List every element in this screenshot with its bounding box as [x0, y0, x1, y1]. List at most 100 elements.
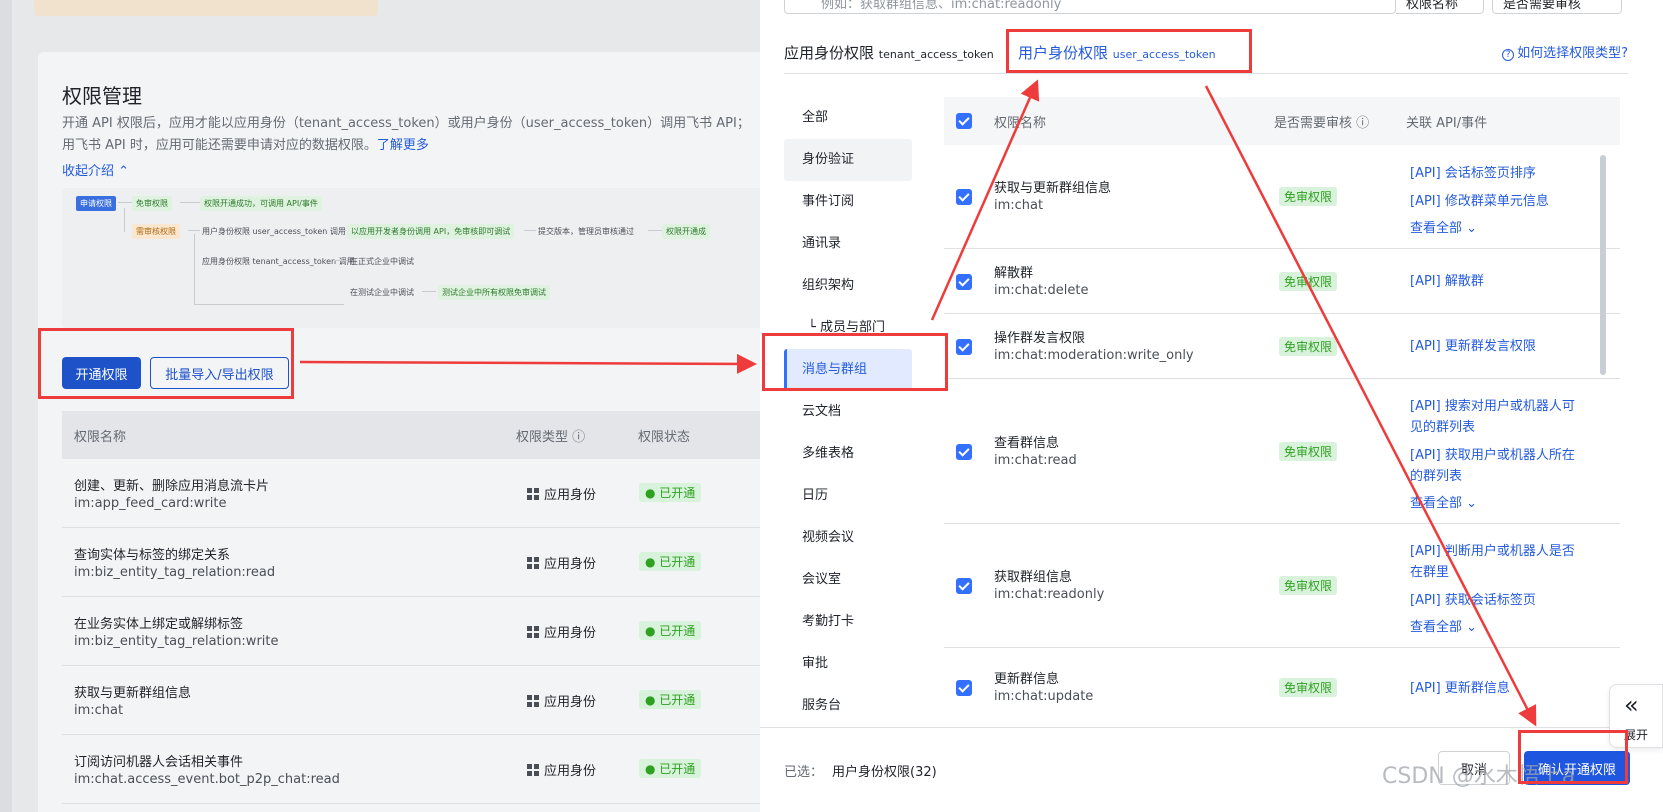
category-item[interactable]: 身份验证 — [784, 139, 912, 181]
permission-type-label: 应用身份 — [544, 626, 597, 641]
view-all-link[interactable]: 查看全部 ⌄ — [1410, 494, 1582, 514]
table-row[interactable]: 获取与更新群组信息 im:chat 应用身份 ● 已开通 — [62, 666, 760, 735]
flow-dev-identity: 以应用开发者身份调用 API，免审核即可调试 — [347, 224, 515, 239]
table-row[interactable]: 订阅访问机器人会话相关事件 im:chat.access_event.bot_p2… — [62, 735, 760, 804]
related-apis: [API] 解散群 — [1410, 271, 1582, 299]
api-link[interactable]: [API] 修改群菜单元信息 — [1410, 191, 1582, 212]
top-notice-banner — [34, 0, 378, 16]
permission-code: im:biz_entity_tag_relation:write — [74, 634, 279, 649]
review-free-tag: 免审权限 — [1279, 187, 1338, 206]
row-checkbox[interactable] — [956, 274, 972, 290]
permission-name: 查询实体与标签的绑定关系 — [74, 548, 231, 563]
col-related-api: 关联 API/事件 — [1406, 116, 1488, 131]
review-free-tag: 免审权限 — [1279, 442, 1338, 461]
review-free-tag: 免审权限 — [1279, 576, 1338, 595]
tab-app-label: 应用身份权限 — [784, 44, 875, 62]
question-icon: ? — [1502, 49, 1515, 61]
permission-code: im:chat.access_event.bot_p2p_chat:read — [74, 772, 340, 787]
review-free-tag: 免审权限 — [1279, 337, 1338, 356]
table-row[interactable]: 获取群组信息 im:chat:readonly 免审权限 [API] 判断用户或机器人… — [944, 524, 1620, 648]
permission-name: 在业务实体上绑定或解绑标签 — [74, 617, 244, 632]
api-link[interactable]: [API] 获取会话标签页 — [1410, 590, 1582, 611]
api-link[interactable]: [API] 解散群 — [1410, 271, 1582, 292]
permission-drawer: 例如：获取群组信息、im:chat:readonly 权限名称 是否需要审核 应… — [760, 0, 1663, 812]
row-checkbox[interactable] — [956, 680, 972, 696]
api-link[interactable]: [API] 更新群信息 — [1410, 678, 1582, 699]
table-row[interactable]: 在业务实体上绑定或解绑标签 im:biz_entity_tag_relation:… — [62, 597, 760, 666]
category-item[interactable]: 日历 — [784, 475, 912, 517]
grid-icon — [527, 695, 539, 707]
api-link[interactable]: [API] 更新群发言权限 — [1410, 336, 1582, 357]
related-apis: [API] 判断用户或机器人是否在群里 [API] 获取会话标签页 查看全部 ⌄ — [1410, 541, 1582, 638]
select-all-checkbox[interactable] — [956, 113, 972, 129]
table-row[interactable]: 创建、更新、删除应用消息流卡片 im:app_feed_card:write 应用身… — [62, 459, 760, 528]
search-input[interactable]: 例如：获取群组信息、im:chat:readonly — [784, 0, 1396, 14]
category-item[interactable]: 服务台 — [784, 685, 912, 727]
permission-code: im:chat — [74, 703, 124, 718]
permission-table-header: 权限名称 权限类型 ⓘ 权限状态 — [62, 411, 760, 459]
status-label: 已开通 — [659, 693, 696, 707]
permission-type: 应用身份 — [527, 691, 596, 710]
category-item[interactable]: 云文档 — [784, 391, 912, 433]
flow-submit: 提交版本，管理员审核通过 — [538, 227, 634, 236]
flow-review: 需审核权限 — [132, 224, 180, 239]
permission-type: 应用身份 — [527, 622, 596, 641]
status-label: 已开通 — [659, 486, 696, 500]
annotation-box-confirm — [1518, 730, 1628, 784]
col-permission-status: 权限状态 — [638, 430, 691, 445]
permission-code: im:chat:read — [994, 453, 1077, 468]
row-checkbox[interactable] — [956, 189, 972, 205]
grid-icon — [527, 488, 539, 500]
view-all-link[interactable]: 查看全部 ⌄ — [1410, 618, 1582, 638]
api-link[interactable]: [API] 搜索对用户或机器人可见的群列表 — [1410, 396, 1582, 438]
tab-app-identity[interactable]: 应用身份权限 tenant_access_token — [784, 42, 994, 63]
category-item[interactable]: 审批 — [784, 643, 912, 685]
status-label: 已开通 — [659, 624, 696, 638]
drawer-table-header: 权限名称 是否需要审核 ⓘ 关联 API/事件 — [944, 97, 1620, 145]
permission-code: im:chat:readonly — [994, 587, 1105, 602]
related-apis: [API] 更新群发言权限 — [1410, 336, 1582, 364]
help-permission-type-link[interactable]: ? 如何选择权限类型? — [1502, 42, 1628, 61]
grid-icon — [527, 764, 539, 776]
permission-management-page: 权限管理 开通 API 权限后，应用才能以应用身份（tenant_access_… — [0, 0, 760, 812]
api-link[interactable]: [API] 判断用户或机器人是否在群里 — [1410, 541, 1582, 583]
status-badge: ● 已开通 — [639, 552, 702, 571]
category-item[interactable]: 会议室 — [784, 559, 912, 601]
table-row[interactable]: 获取与更新群组信息 im:chat 免审权限 [API] 会话标签页排序 [API] 修… — [944, 145, 1620, 249]
category-item[interactable]: 考勤打卡 — [784, 601, 912, 643]
selected-label: 已选： — [784, 765, 824, 780]
row-checkbox[interactable] — [956, 339, 972, 355]
table-row[interactable]: 查看群信息 im:chat:read 免审权限 [API] 搜索对用户或机器人可见的群… — [944, 379, 1620, 524]
category-item[interactable]: 通讯录 — [784, 223, 912, 265]
permission-type-label: 应用身份 — [544, 764, 597, 779]
col-name: 权限名称 — [994, 116, 1047, 131]
table-scrollbar[interactable] — [1600, 145, 1606, 685]
permission-name: 获取群组信息 — [994, 570, 1073, 585]
api-link[interactable]: [API] 会话标签页排序 — [1410, 163, 1582, 184]
category-item[interactable]: 全部 — [784, 97, 912, 139]
related-apis: [API] 会话标签页排序 [API] 修改群菜单元信息 查看全部 ⌄ — [1410, 163, 1582, 239]
learn-more-link[interactable]: 了解更多 — [377, 138, 429, 153]
search-field-select[interactable]: 权限名称 — [1396, 0, 1484, 14]
permission-name: 查看群信息 — [994, 436, 1060, 451]
category-item[interactable]: 组织架构 — [784, 265, 912, 307]
table-row[interactable]: 查询实体与标签的绑定关系 im:biz_entity_tag_relation:r… — [62, 528, 760, 597]
category-list: 全部 身份验证 事件订阅 通讯录 组织架构 └ 成员与部门 消息与群组 云文档 多维表格 日历 视频… — [784, 97, 912, 727]
collapse-intro-link[interactable]: 收起介绍 ⌃ — [62, 160, 129, 179]
category-item[interactable]: 视频会议 — [784, 517, 912, 559]
permission-name: 创建、更新、删除应用消息流卡片 — [74, 479, 270, 494]
view-all-link[interactable]: 查看全部 ⌄ — [1410, 219, 1582, 239]
scrollbar-thumb[interactable] — [1600, 155, 1606, 375]
api-link[interactable]: [API] 获取用户或机器人所在的群列表 — [1410, 445, 1582, 487]
row-checkbox[interactable] — [956, 444, 972, 460]
table-row[interactable]: 更新群信息 im:chat:update 免审权限 [API] 更新群信息 — [944, 648, 1620, 727]
row-checkbox[interactable] — [956, 578, 972, 594]
review-filter-select[interactable]: 是否需要审核 — [1492, 0, 1622, 14]
category-item[interactable]: 多维表格 — [784, 433, 912, 475]
intro-line-2-text: 用飞书 API 时，应用可能还需要申请对应的数据权限。 — [62, 138, 377, 153]
left-sidebar-edge — [0, 0, 12, 812]
table-row[interactable]: 操作群发言权限 im:chat:moderation:write_only 免审权限… — [944, 314, 1620, 379]
table-row[interactable]: 解散群 im:chat:delete 免审权限 [API] 解散群 — [944, 249, 1620, 314]
help-link-text: 如何选择权限类型? — [1517, 46, 1628, 61]
category-item[interactable]: 事件订阅 — [784, 181, 912, 223]
